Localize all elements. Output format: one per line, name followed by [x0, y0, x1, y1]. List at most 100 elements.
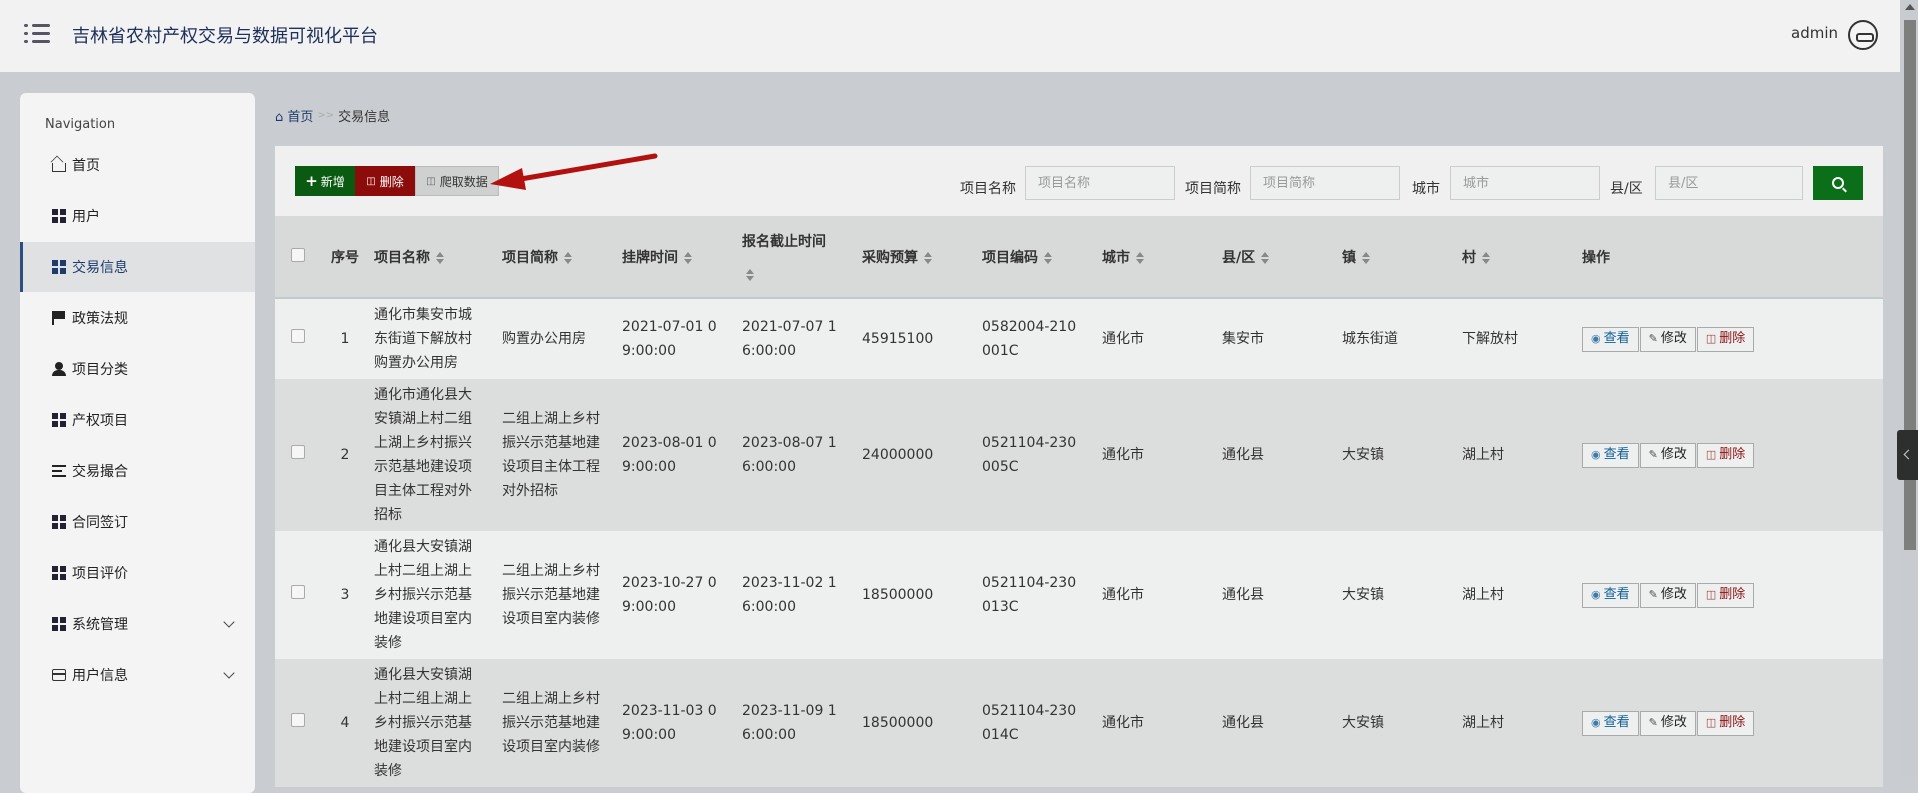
sort-icon[interactable] — [1362, 251, 1370, 264]
sort-icon[interactable] — [1482, 251, 1490, 264]
sort-icon[interactable] — [1261, 251, 1270, 264]
home-icon — [52, 163, 66, 172]
sort-icon[interactable] — [684, 251, 692, 264]
column-header[interactable]: 县/区 — [1218, 216, 1338, 299]
column-header[interactable]: 项目编码 — [978, 216, 1098, 299]
sidebar-item-10[interactable]: 用户信息 — [20, 650, 255, 700]
table-cell: 2 — [320, 379, 370, 531]
table-cell: 3 — [320, 531, 370, 659]
sidebar-item-label: 项目分类 — [72, 362, 128, 378]
table-cell: 0521104-230005C — [978, 379, 1098, 531]
sidebar-item-6[interactable]: 交易撮合 — [20, 446, 255, 496]
edit-button[interactable]: ✎ 修改 — [1639, 442, 1696, 468]
table-cell: 城东街道 — [1338, 298, 1458, 379]
eye-icon: ◉ — [1591, 332, 1601, 345]
table-cell: 湖上村 — [1458, 659, 1578, 787]
table-cell: 通化县 — [1218, 531, 1338, 659]
sidebar-item-label: 用户信息 — [72, 668, 128, 684]
add-button[interactable]: + 新增 — [295, 166, 355, 196]
sidebar-item-1[interactable]: 用户 — [20, 191, 255, 241]
table-row: 1 通化市集安市城东街道下解放村购置办公用房 购置办公用房 2021-07-01 09… — [275, 298, 1883, 379]
sort-icon[interactable] — [924, 251, 932, 264]
table-cell: 0582004-210001C — [978, 298, 1098, 379]
table-cell: 0521104-230014C — [978, 659, 1098, 787]
column-header[interactable]: 挂牌时间 — [618, 216, 738, 299]
sidebar-item-0[interactable]: 首页 — [20, 140, 255, 190]
plus-icon: + — [305, 172, 318, 190]
breadcrumb-separator: >> — [317, 110, 335, 121]
sidebar-item-2[interactable]: 交易信息 — [20, 242, 255, 292]
view-button[interactable]: ◉ 查看 — [1582, 442, 1639, 468]
column-header[interactable]: 镇 — [1338, 216, 1458, 299]
sidebar-item-9[interactable]: 系统管理 — [20, 599, 255, 649]
username[interactable]: admin — [1791, 24, 1838, 42]
table-cell: 2023-08-01 09:00:00 — [618, 379, 738, 531]
avatar[interactable] — [1848, 20, 1878, 50]
crawl-data-button[interactable]: ◫ 爬取数据 — [415, 166, 499, 196]
delete-row-button[interactable]: ◫ 删除 — [1696, 582, 1755, 608]
sort-icon[interactable] — [436, 251, 444, 264]
delete-row-button[interactable]: ◫ 删除 — [1696, 442, 1755, 468]
row-checkbox[interactable] — [290, 585, 305, 599]
column-header[interactable]: 项目名称 — [370, 216, 498, 299]
table-row: 3 通化县大安镇湖上村二组上湖上乡村振兴示范基地建设项目室内装修 二组上湖上乡村振兴… — [275, 531, 1883, 659]
edit-button[interactable]: ✎ 修改 — [1639, 710, 1696, 736]
column-header: 操作 — [1578, 216, 1883, 299]
table-row: 2 通化市通化县大安镇湖上村二组上湖上乡村振兴示范基地建设项目主体工程对外招标 二组… — [275, 379, 1883, 531]
project-name-input[interactable] — [1025, 166, 1175, 200]
city-input[interactable] — [1450, 166, 1600, 200]
view-button[interactable]: ◉ 查看 — [1582, 582, 1639, 608]
table-cell: 通化市 — [1098, 379, 1218, 531]
card-icon — [52, 669, 66, 681]
sidebar-item-3[interactable]: 政策法规 — [20, 293, 255, 343]
table-cell: 通化市集安市城东街道下解放村购置办公用房 — [370, 298, 498, 379]
sidebar-item-8[interactable]: 项目评价 — [20, 548, 255, 598]
sidebar-item-4[interactable]: 项目分类 — [20, 344, 255, 394]
delete-row-button[interactable]: ◫ 删除 — [1696, 326, 1755, 352]
column-header[interactable]: 项目简称 — [498, 216, 618, 299]
county-input[interactable] — [1655, 166, 1803, 200]
trash-icon: ◫ — [1705, 448, 1717, 461]
sidebar-item-5[interactable]: 产权项目 — [20, 395, 255, 445]
project-short-input[interactable] — [1250, 166, 1400, 200]
sidebar-item-label: 产权项目 — [72, 413, 128, 429]
sort-icon[interactable] — [564, 251, 572, 264]
row-checkbox[interactable] — [290, 445, 305, 459]
grid-icon — [52, 413, 66, 427]
table-cell: 2023-11-03 09:00:00 — [618, 659, 738, 787]
table-cell: 1 — [320, 298, 370, 379]
view-button[interactable]: ◉ 查看 — [1582, 326, 1639, 352]
table-cell: 通化县大安镇湖上村二组上湖上乡村振兴示范基地建设项目室内装修 — [370, 659, 498, 787]
table-cell: 2021-07-07 16:00:00 — [738, 298, 858, 379]
table-cell: 4 — [320, 659, 370, 787]
table-cell: 二组上湖上乡村振兴示范基地建设项目室内装修 — [498, 659, 618, 787]
table-cell: 湖上村 — [1458, 379, 1578, 531]
breadcrumb-home[interactable]: ⌂ 首页 — [275, 106, 313, 125]
column-header[interactable]: 城市 — [1098, 216, 1218, 299]
column-header[interactable]: 村 — [1458, 216, 1578, 299]
table-cell: 大安镇 — [1338, 379, 1458, 531]
chevron-down-icon — [223, 667, 235, 679]
search-button[interactable] — [1813, 166, 1863, 200]
sort-icon[interactable] — [1044, 251, 1052, 264]
sort-icon[interactable] — [1136, 251, 1144, 264]
table-cell: 大安镇 — [1338, 659, 1458, 787]
select-all-checkbox[interactable] — [290, 247, 305, 262]
menu-toggle-icon[interactable] — [24, 24, 50, 44]
sort-icon[interactable] — [746, 268, 754, 281]
search-icon — [1832, 177, 1844, 189]
page-scrollbar[interactable] — [1900, 0, 1918, 776]
delete-row-button[interactable]: ◫ 删除 — [1696, 710, 1755, 736]
collapse-side-tab[interactable] — [1897, 430, 1918, 480]
row-checkbox[interactable] — [290, 329, 305, 343]
edit-button[interactable]: ✎ 修改 — [1639, 582, 1696, 608]
column-header[interactable]: 采购预算 — [858, 216, 978, 299]
row-checkbox[interactable] — [290, 713, 305, 727]
delete-button[interactable]: ◫ 删除 — [355, 166, 415, 196]
table-cell: 2023-10-27 09:00:00 — [618, 531, 738, 659]
flag-icon — [52, 311, 66, 325]
view-button[interactable]: ◉ 查看 — [1582, 710, 1639, 736]
edit-button[interactable]: ✎ 修改 — [1639, 326, 1696, 352]
sidebar-item-7[interactable]: 合同签订 — [20, 497, 255, 547]
column-header[interactable]: 报名截止时间 — [738, 216, 858, 299]
